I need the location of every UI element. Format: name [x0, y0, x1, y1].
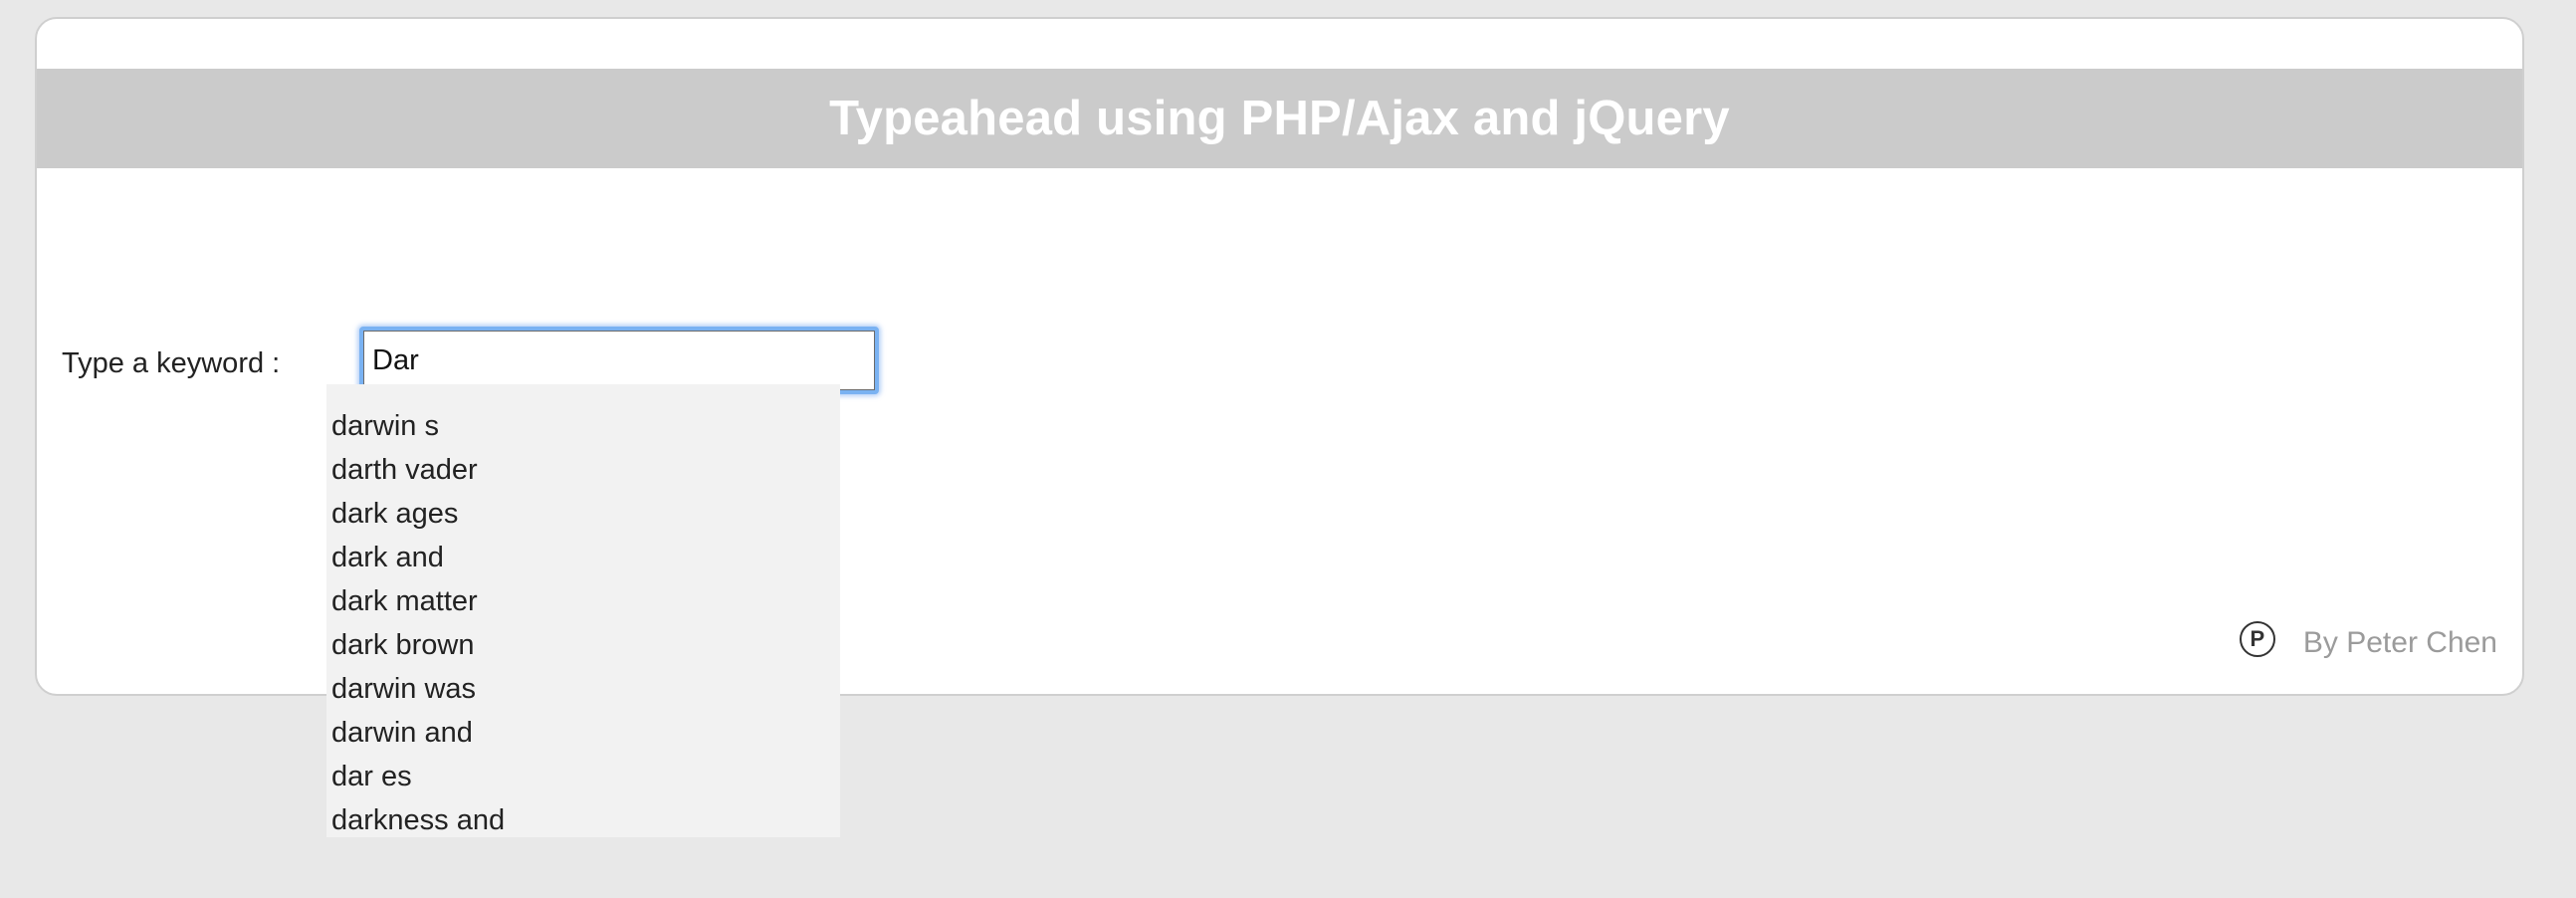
author-credit: By Peter Chen: [2302, 626, 2497, 659]
keyword-label: Type a keyword :: [62, 347, 281, 379]
suggestion-item[interactable]: dark matter: [326, 579, 840, 623]
suggestion-item[interactable]: dar es: [326, 755, 840, 798]
suggestion-item[interactable]: darwin was: [326, 667, 840, 711]
p-circle-icon: P: [2239, 621, 2275, 657]
suggestion-item[interactable]: darwin and: [326, 711, 840, 755]
title-bar: Typeahead using PHP/Ajax and jQuery: [37, 69, 2522, 168]
suggestion-item[interactable]: darwin s: [326, 404, 840, 448]
page-title: Typeahead using PHP/Ajax and jQuery: [829, 92, 1730, 145]
suggestion-item[interactable]: dark and: [326, 536, 840, 579]
suggestion-list: darwin s darth vader dark ages dark and …: [326, 384, 840, 837]
footer: P By Peter Chen: [2239, 621, 2497, 660]
suggestion-item[interactable]: dark ages: [326, 492, 840, 536]
suggestion-item[interactable]: darth vader: [326, 448, 840, 492]
suggestion-item[interactable]: dark brown: [326, 623, 840, 667]
keyword-input[interactable]: [363, 331, 875, 390]
suggestion-item[interactable]: darkness and: [326, 798, 840, 842]
